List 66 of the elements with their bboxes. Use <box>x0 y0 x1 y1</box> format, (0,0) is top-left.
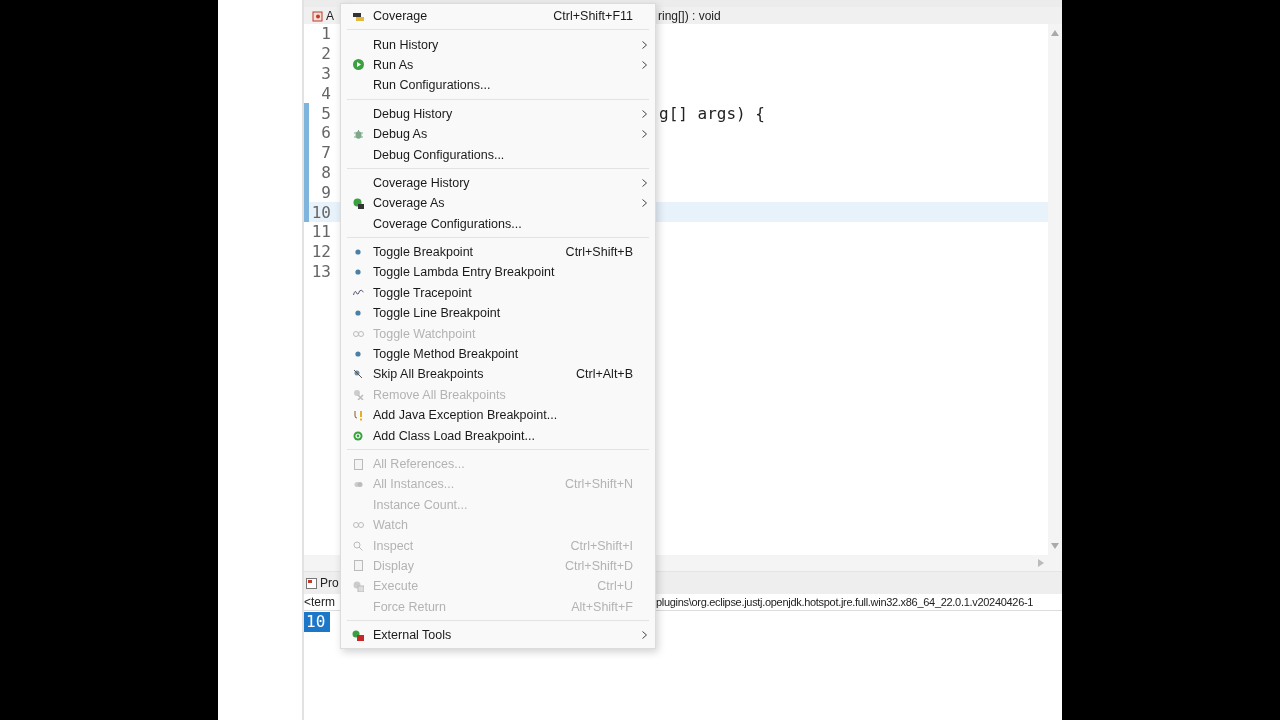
line-number: 9 <box>320 182 332 202</box>
scroll-right-icon[interactable] <box>1038 559 1044 567</box>
console-output: 10 <box>304 612 331 632</box>
coverage-icon <box>352 11 364 21</box>
document-icon <box>353 458 363 470</box>
menu-item[interactable]: Coverage Ctrl+Shift+F11 <box>341 6 655 27</box>
menu-item[interactable]: Debug History <box>341 103 655 124</box>
scroll-down-icon[interactable] <box>1051 543 1059 549</box>
line-number: 3 <box>320 64 332 83</box>
coverage-icon <box>352 197 364 209</box>
menu-item[interactable]: Add Class Load Breakpoint... <box>341 425 655 446</box>
line-number: 2 <box>320 44 332 64</box>
line-number: 13 <box>310 261 332 281</box>
line-number: 6 <box>320 123 332 143</box>
menu-item[interactable]: External Tools <box>341 624 655 646</box>
breakpoint-icon <box>355 269 361 276</box>
line-number: 10 <box>310 202 332 222</box>
instances-icon <box>353 480 363 488</box>
play-icon <box>352 59 364 71</box>
menu-item[interactable]: Toggle Line Breakpoint <box>341 303 655 324</box>
line-number: 12 <box>310 242 332 262</box>
vertical-scrollbar[interactable] <box>1048 24 1062 555</box>
menu-item[interactable]: Skip All Breakpoints Ctrl+Alt+B <box>341 364 655 385</box>
menu-item[interactable]: Coverage History <box>341 172 655 194</box>
menu-item[interactable]: Coverage As <box>341 193 655 214</box>
menu-item[interactable]: Add Java Exception Breakpoint... <box>341 405 655 426</box>
line-number: 11 <box>310 222 332 242</box>
menu-item[interactable]: Run History <box>341 34 655 55</box>
glasses-icon <box>352 329 364 338</box>
menu-item[interactable]: Toggle Tracepoint <box>341 282 655 304</box>
bug-icon <box>352 128 364 140</box>
execute-icon <box>352 580 364 592</box>
class-icon <box>353 430 363 441</box>
glasses-icon <box>352 521 364 530</box>
line-number: 1 <box>320 24 332 44</box>
line-number: 5 <box>320 103 332 123</box>
line-number: 4 <box>320 83 332 103</box>
line-number: 8 <box>320 162 332 182</box>
menu-item[interactable]: Toggle Lambda Entry Breakpoint <box>341 262 655 283</box>
menu-item[interactable]: Debug As <box>341 123 655 145</box>
skip-breakpoint-icon <box>353 369 363 380</box>
document-icon <box>353 560 363 572</box>
menu-item[interactable]: Debug Configurations... <box>341 144 655 165</box>
code-text: g[] args) { <box>659 103 765 123</box>
breakpoint-icon <box>355 351 361 358</box>
menu-item[interactable]: Toggle Method Breakpoint <box>341 343 655 365</box>
console-header: <term <box>304 595 336 609</box>
search-icon <box>353 540 363 551</box>
tracepoint-icon <box>352 289 364 297</box>
menu-item[interactable]: Run As <box>341 54 655 76</box>
menu-item[interactable]: Run Configurations... <box>341 75 655 96</box>
scroll-up-icon[interactable] <box>1051 30 1059 36</box>
console-icon <box>306 577 317 589</box>
panel-tab[interactable]: Pro <box>304 576 339 590</box>
menu-item[interactable]: Toggle Breakpoint Ctrl+Shift+B <box>341 241 655 263</box>
external-tools-icon <box>352 629 364 641</box>
breakpoint-icon <box>355 249 361 256</box>
menu-item[interactable]: Coverage Configurations... <box>341 213 655 234</box>
breadcrumb-file[interactable]: A <box>326 8 334 23</box>
console-header: plugins\org.eclipse.justj.openjdk.hotspot.jre.full.win32.x86_64_22.0.1.v20240426-1 <box>656 596 1034 608</box>
remove-breakpoints-icon <box>352 389 364 401</box>
java-file-icon <box>312 9 324 22</box>
line-number: 7 <box>320 143 332 163</box>
breakpoint-icon <box>355 310 361 317</box>
exception-icon <box>353 409 363 421</box>
breadcrumb-method[interactable]: ring[]) : void <box>658 8 721 23</box>
